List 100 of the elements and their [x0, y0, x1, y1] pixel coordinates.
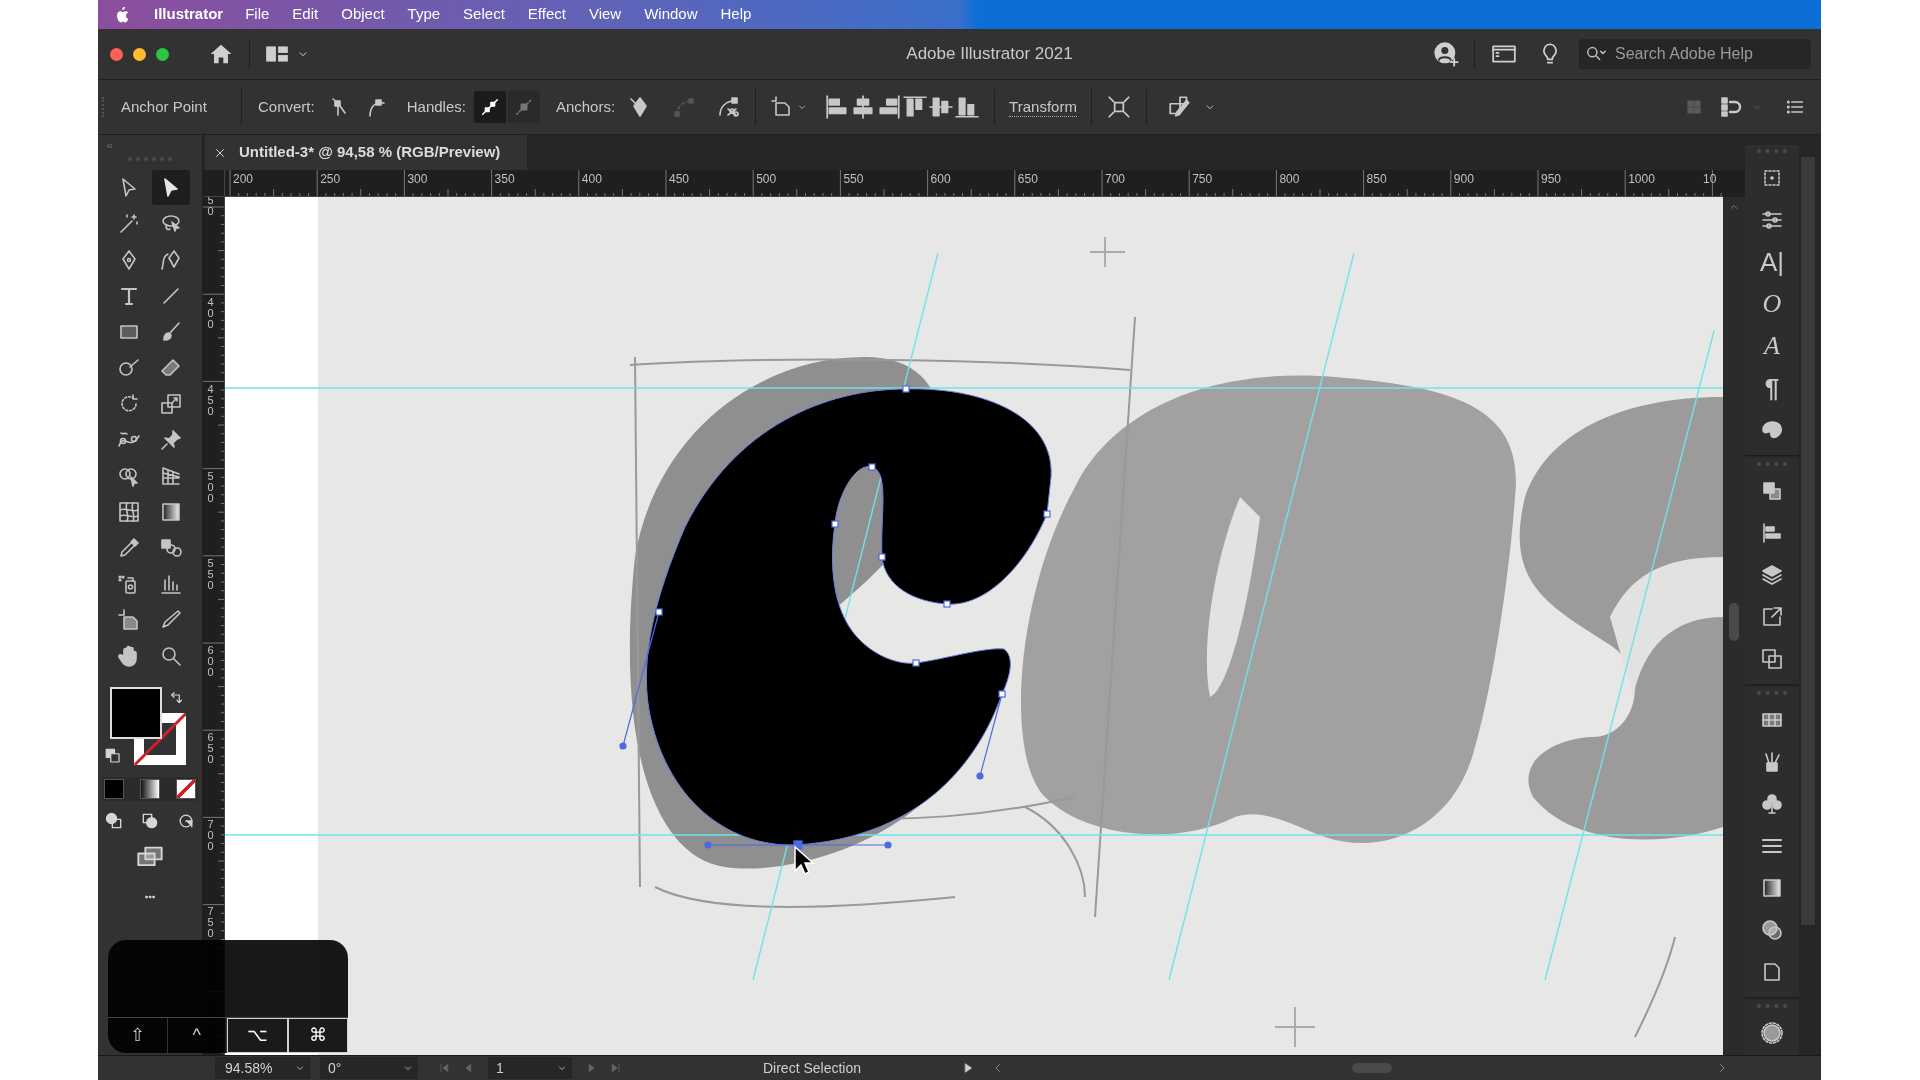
play-icon[interactable] [962, 1062, 974, 1074]
align-bottom-icon[interactable] [954, 94, 981, 120]
maximize-window-button[interactable] [156, 47, 169, 61]
transparency-icon [1760, 918, 1784, 942]
document-tab[interactable]: Untitled-3* @ 94,58 % (RGB/Preview) [205, 135, 527, 170]
transform-link[interactable]: Transform [1009, 97, 1077, 117]
direct-selection-tool-button[interactable] [152, 170, 190, 205]
add-user-icon[interactable] [1432, 40, 1460, 68]
menu-item[interactable]: Select [463, 3, 505, 26]
scroll-thumb[interactable] [1352, 1063, 1392, 1073]
default-colors-icon[interactable] [104, 747, 122, 765]
ruler-label: 550 [843, 172, 864, 186]
pin-icon [159, 427, 183, 452]
menu-item[interactable]: Edit [292, 3, 319, 26]
menu-item[interactable]: View [588, 3, 622, 26]
handles-label: Handles: [406, 96, 466, 117]
window-title: Adobe Illustrator 2021 [905, 43, 1073, 66]
document-title: Untitled-3* @ 94,58 % (RGB/Preview) [239, 142, 501, 163]
mesh-icon [117, 499, 141, 524]
artboard-field[interactable]: 1 [488, 1057, 572, 1079]
properties-icon [1760, 208, 1784, 232]
paragraph-panel-button[interactable]: ¶ [1764, 367, 1780, 409]
menu-item[interactable]: Window [644, 3, 698, 26]
transform-icon [1760, 647, 1784, 671]
handles-button[interactable] [507, 91, 540, 123]
none-button[interactable] [176, 779, 196, 799]
ruler-label: 10 [1703, 172, 1717, 186]
menu-item[interactable]: File [245, 3, 270, 26]
selection-type-label: Anchor Point [121, 96, 208, 117]
export-icon [1760, 605, 1784, 629]
ruler-label: 900 [1453, 172, 1474, 186]
align-right-icon[interactable] [876, 94, 903, 120]
ruler-label: 500 [206, 471, 215, 504]
align-middle-icon[interactable] [928, 94, 955, 120]
align-icon [1760, 521, 1784, 545]
ruler-label: 400 [581, 172, 602, 186]
edit-shape-icon[interactable] [1166, 94, 1193, 120]
zoom-field[interactable]: 94.58% [215, 1057, 310, 1079]
opentype-panel-button[interactable]: O [1762, 283, 1782, 325]
cut-path-icon [716, 95, 741, 119]
minimize-window-button[interactable] [133, 47, 146, 61]
menu-item[interactable]: Illustrator [154, 3, 224, 26]
menu-item[interactable]: Effect [527, 3, 566, 26]
curvature-icon [159, 247, 183, 272]
ruler-label: 700 [1105, 172, 1126, 186]
anchors-label: Anchors: [555, 96, 616, 117]
artboard-icon [117, 607, 141, 632]
cursor-icon [794, 845, 815, 876]
ruler-label: 1000 [1628, 172, 1655, 186]
rotation-field[interactable]: 0° [320, 1057, 418, 1079]
ruler-label: 250 [320, 172, 341, 186]
modifier-key: ⇧ [108, 1018, 168, 1053]
ruler-label: 750 [1192, 172, 1213, 186]
ruler-label: 750 [206, 906, 215, 939]
gradient-icon [1760, 876, 1784, 900]
ruler-label: 800 [1279, 172, 1300, 186]
pathfinder-icon [1760, 479, 1784, 503]
connect-points-icon [672, 95, 697, 119]
ruler-label: 50 [206, 197, 215, 217]
glyphs-panel-button[interactable]: A [1764, 325, 1780, 367]
scroll-thumb[interactable] [1729, 603, 1739, 641]
ruler-label: 700 [206, 819, 215, 852]
ruler-label: 450 [669, 172, 690, 186]
search-field[interactable]: Search Adobe Help [1579, 39, 1811, 69]
layers-icon [1760, 563, 1784, 587]
vertical-scrollbar[interactable] [1723, 197, 1745, 1055]
isolate-icon[interactable] [1105, 94, 1132, 120]
guide-line[interactable] [225, 834, 1723, 836]
menu-item[interactable]: Help [720, 3, 752, 26]
convert-label: Convert: [258, 96, 315, 117]
ruler-label: 650 [206, 732, 215, 765]
ruler-label: 450 [206, 384, 215, 417]
ruler-label: 200 [233, 172, 254, 186]
ruler-label: 350 [494, 172, 515, 186]
draw-normal-icon[interactable] [104, 811, 124, 831]
menu-item[interactable]: Type [407, 3, 441, 26]
ruler-label: 500 [756, 172, 777, 186]
eyedropper-icon [117, 535, 141, 560]
handles-button[interactable] [473, 91, 506, 123]
close-window-button[interactable] [110, 47, 123, 61]
fill-swatch[interactable] [110, 687, 162, 739]
magic-wand-icon [117, 211, 141, 236]
symbols-icon [1760, 792, 1784, 816]
magnet-icon[interactable] [1719, 95, 1743, 119]
draw-behind-icon[interactable] [140, 811, 160, 831]
ruler-label: 600 [930, 172, 951, 186]
ruler-label: 300 [407, 172, 428, 186]
ruler-label: 600 [206, 645, 215, 678]
current-tool-label: Direct Selection [761, 1058, 862, 1078]
ruler-label: 850 [1366, 172, 1387, 186]
color-button[interactable] [104, 779, 124, 799]
gradient-button[interactable] [140, 779, 160, 799]
align-top-icon[interactable] [902, 94, 929, 120]
modifier-key: ⌘ [287, 1018, 348, 1053]
scale-icon [159, 391, 183, 416]
character-panel-button[interactable]: A| [1759, 241, 1785, 283]
ruler-label: 950 [1541, 172, 1562, 186]
appearance-icon [1760, 1021, 1784, 1045]
modifier-key: ⌥ [227, 1018, 288, 1053]
menu-item[interactable]: Object [341, 3, 385, 26]
